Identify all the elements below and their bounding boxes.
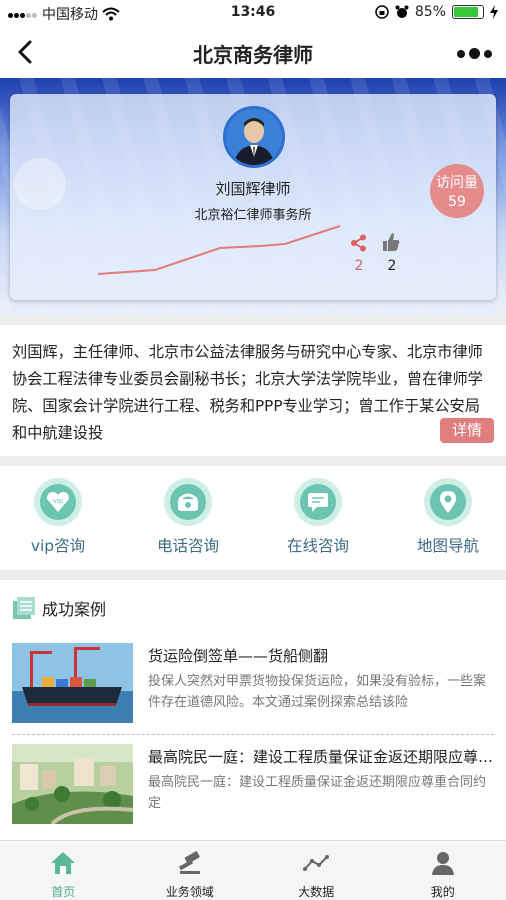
user-icon: [431, 852, 454, 875]
rotation-lock-icon: [375, 5, 389, 19]
battery-percent: 85%: [414, 4, 446, 20]
like-count: 2: [387, 258, 397, 274]
case-thumbnail: [12, 643, 133, 723]
charging-icon: [490, 5, 498, 19]
lawyer-name: 刘国辉律师: [215, 180, 291, 198]
intro-text: 刘国辉，主任律师、北京市公益法律服务与研究中心专家、北京市律师协会工程法律专业委…: [12, 343, 483, 442]
case-item[interactable]: 最高院民一庭：建设工程质量保证金返还期限应尊重合同约定 最高院民一庭：建设工程质…: [12, 744, 494, 840]
action-label: 电话咨询: [156, 537, 219, 555]
case-description: 最高院民一庭：建设工程质量保证金返还期限应尊重合同约定: [148, 775, 487, 811]
share-count: 2: [354, 258, 364, 274]
divider: [12, 734, 494, 735]
action-label: vip咨询: [30, 537, 86, 555]
share-icon[interactable]: [350, 234, 368, 252]
tab-mine[interactable]: 我的: [393, 841, 493, 900]
visit-label: 访问量: [436, 175, 478, 191]
alarm-icon: [395, 5, 409, 18]
tab-label: 业务领域: [165, 885, 214, 899]
case-title: 货运险倒签单——货船侧翻: [148, 647, 329, 665]
case-thumbnail: [12, 744, 133, 824]
detail-button[interactable]: 详情: [440, 418, 494, 443]
more-icon[interactable]: [457, 48, 492, 59]
svg-text:vip: vip: [53, 497, 64, 505]
gavel-icon: [178, 851, 200, 874]
vip-consult-button[interactable]: vip vip咨询: [8, 478, 108, 570]
status-right: 85%: [375, 4, 498, 20]
success-cases: 成功案例 货运险倒签单——货船侧翻 投保人突然对甲票货物投保货运险，如果没有验标…: [0, 580, 506, 840]
avatar: [223, 106, 285, 168]
profile-banner: 刘国辉律师 北京裕仁律师事务所 访问量 59 2 2: [0, 78, 506, 316]
tab-bar: 首页 业务领域 大数据 我的: [0, 840, 506, 900]
action-label: 地图导航: [416, 537, 479, 555]
visit-count-badge: 访问量 59: [430, 164, 484, 218]
case-item[interactable]: 货运险倒签单——货船侧翻 投保人突然对甲票货物投保货运险，如果没有验标，一些案件…: [12, 643, 494, 739]
thumbs-up-icon[interactable]: [382, 232, 400, 252]
tab-label: 首页: [51, 885, 76, 899]
tab-bigdata[interactable]: 大数据: [266, 841, 366, 900]
case-description: 投保人突然对甲票货物投保货运险，如果没有验标，一些案件存在道德风险。本文通过案例…: [148, 674, 487, 710]
tab-label: 我的: [430, 885, 455, 899]
profile-card: 刘国辉律师 北京裕仁律师事务所 访问量 59 2 2: [10, 94, 496, 300]
action-label: 在线咨询: [286, 537, 349, 555]
nav-bar: 北京商务律师: [0, 26, 506, 78]
tab-home[interactable]: 首页: [13, 841, 113, 900]
tab-business[interactable]: 业务领域: [140, 841, 240, 900]
phone-icon: [177, 493, 199, 511]
home-icon: [51, 852, 76, 874]
phone-consult-button[interactable]: 电话咨询: [138, 478, 238, 570]
visit-count: 59: [448, 194, 466, 210]
cases-title: 成功案例: [42, 600, 107, 619]
map-nav-button[interactable]: 地图导航: [398, 478, 498, 570]
online-consult-button[interactable]: 在线咨询: [268, 478, 368, 570]
map-pin-icon: [440, 491, 456, 513]
cases-header: 成功案例: [12, 596, 106, 620]
page-title: 北京商务律师: [193, 43, 313, 67]
status-bar: 中国移动 13:46 85%: [0, 0, 506, 26]
vip-icon: vip: [47, 492, 69, 512]
case-title: 最高院民一庭：建设工程质量保证金返还期限应尊重合同约定: [148, 748, 494, 766]
tab-label: 大数据: [298, 885, 335, 899]
lawyer-intro: 刘国辉，主任律师、北京市公益法律服务与研究中心专家、北京市律师协会工程法律专业委…: [0, 325, 506, 456]
chat-icon: [308, 493, 328, 512]
quick-actions: vip vip咨询 电话咨询 在线咨询 地图导航: [0, 466, 506, 570]
trend-icon: [303, 855, 330, 871]
law-firm: 北京裕仁律师事务所: [194, 208, 312, 223]
document-list-icon: [13, 597, 35, 619]
battery-icon: [452, 5, 484, 19]
